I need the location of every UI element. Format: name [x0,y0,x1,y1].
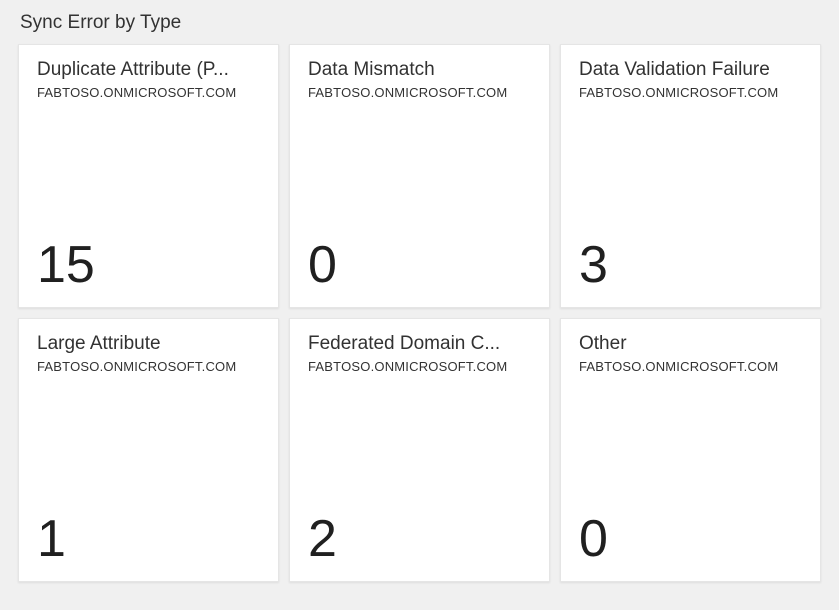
tile-subtitle: FABTOSO.ONMICROSOFT.COM [579,359,802,374]
tile-value: 15 [37,239,260,291]
section-title: Sync Error by Type [18,12,821,34]
tile-title: Federated Domain C... [308,333,531,355]
tile-subtitle: FABTOSO.ONMICROSOFT.COM [579,85,802,100]
tile-value: 1 [37,513,260,565]
tile-subtitle: FABTOSO.ONMICROSOFT.COM [308,85,531,100]
tile-grid: Duplicate Attribute (P... FABTOSO.ONMICR… [18,44,821,582]
tile-data-mismatch[interactable]: Data Mismatch FABTOSO.ONMICROSOFT.COM 0 [289,44,550,308]
tile-subtitle: FABTOSO.ONMICROSOFT.COM [308,359,531,374]
tile-title: Duplicate Attribute (P... [37,59,260,81]
tile-federated-domain[interactable]: Federated Domain C... FABTOSO.ONMICROSOF… [289,318,550,582]
tile-data-validation-failure[interactable]: Data Validation Failure FABTOSO.ONMICROS… [560,44,821,308]
tile-title: Data Validation Failure [579,59,802,81]
tile-title: Other [579,333,802,355]
tile-subtitle: FABTOSO.ONMICROSOFT.COM [37,359,260,374]
tile-title: Data Mismatch [308,59,531,81]
tile-large-attribute[interactable]: Large Attribute FABTOSO.ONMICROSOFT.COM … [18,318,279,582]
tile-value: 0 [579,513,802,565]
tile-value: 3 [579,239,802,291]
tile-value: 2 [308,513,531,565]
tile-other[interactable]: Other FABTOSO.ONMICROSOFT.COM 0 [560,318,821,582]
tile-title: Large Attribute [37,333,260,355]
tile-duplicate-attribute[interactable]: Duplicate Attribute (P... FABTOSO.ONMICR… [18,44,279,308]
tile-value: 0 [308,239,531,291]
tile-subtitle: FABTOSO.ONMICROSOFT.COM [37,85,260,100]
